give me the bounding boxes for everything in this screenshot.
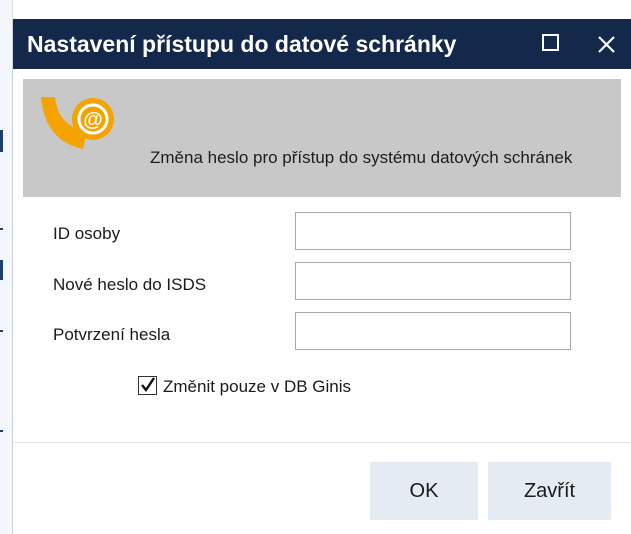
dialog-titlebar: Nastavení přístupu do datové schránky [13, 19, 631, 69]
background-marker [0, 130, 3, 152]
confirm-password-label: Potvrzení hesla [53, 325, 171, 344]
maximize-button[interactable] [541, 32, 565, 56]
background-marker [0, 228, 3, 230]
person-id-input[interactable] [295, 212, 571, 250]
access-settings-dialog: Nastavení přístupu do datové schránky @ … [12, 19, 631, 534]
data-box-at-icon: @ [41, 97, 114, 149]
footer-divider [13, 442, 631, 443]
maximize-icon [542, 34, 559, 51]
close-icon [598, 36, 615, 53]
dialog-title: Nastavení přístupu do datové schránky [27, 31, 457, 57]
new-password-input[interactable] [295, 262, 571, 300]
svg-text:@: @ [83, 109, 103, 131]
confirm-password-input[interactable] [295, 312, 571, 350]
person-id-label: ID osoby [53, 224, 121, 243]
close-window-button[interactable] [596, 32, 620, 56]
info-banner: @ Změna heslo pro přístup do systému dat… [23, 79, 621, 197]
close-button[interactable]: Zavřít [488, 462, 611, 520]
new-password-label: Nové heslo do ISDS [53, 275, 207, 294]
db-only-checkbox-label: Změnit pouze v DB Ginis [163, 377, 352, 396]
background-marker [0, 260, 3, 280]
background-marker [0, 430, 3, 432]
checkmark-icon [141, 377, 155, 393]
background-marker [0, 330, 3, 332]
ok-button[interactable]: OK [370, 462, 478, 520]
db-only-checkbox[interactable] [138, 376, 157, 395]
banner-text: Změna heslo pro přístup do systému datov… [150, 148, 573, 167]
